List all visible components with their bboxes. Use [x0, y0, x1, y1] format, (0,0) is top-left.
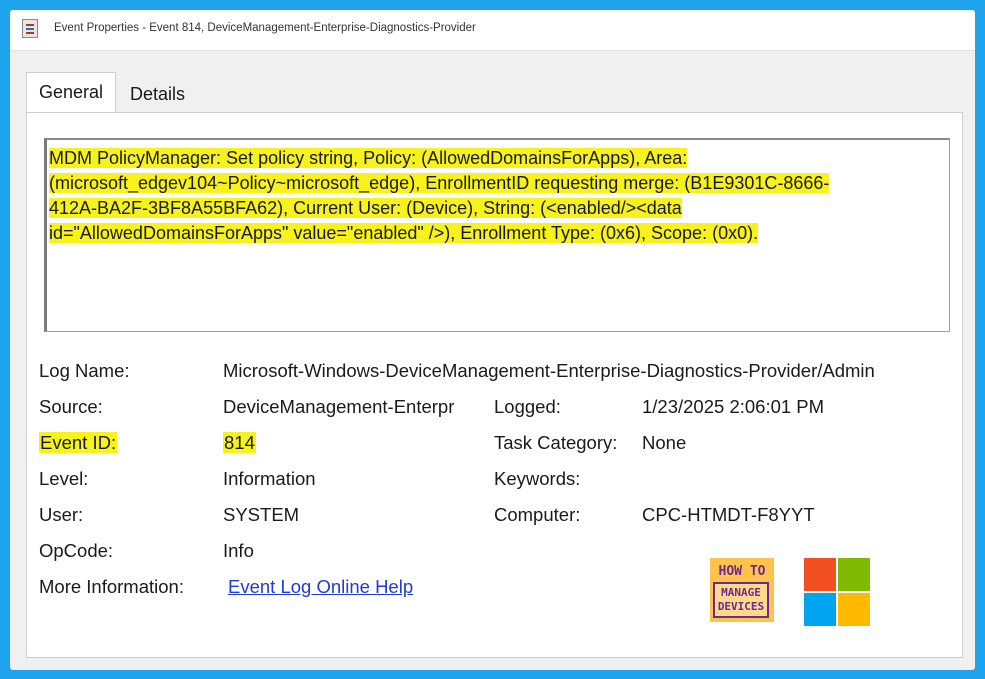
- window-title: Event Properties - Event 814, DeviceMana…: [54, 22, 476, 34]
- source-label: Source:: [39, 396, 103, 417]
- keywords-label: Keywords:: [494, 468, 581, 489]
- event-id-label: Event ID:: [39, 431, 118, 455]
- description-line: MDM PolicyManager: Set policy string, Po…: [49, 148, 688, 168]
- opcode-label: OpCode:: [39, 540, 114, 561]
- event-log-online-help-link[interactable]: Event Log Online Help: [228, 575, 413, 599]
- tab-general[interactable]: General: [26, 72, 117, 112]
- description-line: id="AllowedDomainsForApps" value="enable…: [49, 223, 759, 243]
- event-description-text: MDM PolicyManager: Set policy string, Po…: [49, 146, 945, 246]
- opcode-value: Info: [223, 540, 254, 561]
- event-properties-window: Event Properties - Event 814, DeviceMana…: [10, 10, 975, 670]
- logo-line-manage: MANAGE: [721, 586, 761, 599]
- tab-details[interactable]: Details: [118, 78, 197, 110]
- logged-value: 1/23/2025 2:06:01 PM: [642, 396, 825, 417]
- logo-top-text: HOW TO: [718, 564, 766, 579]
- more-information-label: More Information:: [39, 576, 184, 597]
- description-line: (microsoft_edgev104~Policy~microsoft_edg…: [49, 173, 830, 193]
- user-value: SYSTEM: [223, 504, 300, 525]
- log-name-label: Log Name:: [39, 360, 130, 381]
- computer-label: Computer:: [494, 504, 581, 525]
- level-value: Information: [223, 468, 316, 489]
- logo-line-devices: DEVICES: [717, 600, 765, 613]
- description-line: 412A-BA2F-3BF8A55BFA62), Current User: (…: [49, 198, 682, 218]
- log-name-value: Microsoft-Windows-DeviceManagement-Enter…: [223, 360, 875, 381]
- event-id-value: 814: [223, 431, 256, 455]
- title-bar[interactable]: Event Properties - Event 814, DeviceMana…: [10, 10, 975, 51]
- task-category-label: Task Category:: [494, 432, 618, 453]
- ms-logo-red-square: [804, 558, 836, 591]
- event-id-label-text: Event ID:: [39, 432, 118, 453]
- ms-logo-yellow-square: [838, 593, 870, 626]
- logo-bottom-text: MANAGE DEVICES: [713, 582, 769, 618]
- ms-logo-green-square: [838, 558, 870, 591]
- event-description-box[interactable]: MDM PolicyManager: Set policy string, Po…: [44, 138, 950, 332]
- logged-label: Logged:: [494, 396, 561, 417]
- how-to-manage-devices-logo: HOW TO MANAGE DEVICES: [710, 558, 774, 622]
- event-id-value-text: 814: [223, 432, 256, 453]
- computer-value: CPC-HTMDT-F8YYT: [642, 504, 815, 525]
- user-label: User:: [39, 504, 84, 525]
- level-label: Level:: [39, 468, 89, 489]
- microsoft-logo: [804, 558, 870, 626]
- task-category-value: None: [642, 432, 687, 453]
- ms-logo-blue-square: [804, 593, 836, 626]
- event-viewer-icon: [22, 19, 38, 38]
- source-value: DeviceManagement-Enterpr: [223, 396, 455, 417]
